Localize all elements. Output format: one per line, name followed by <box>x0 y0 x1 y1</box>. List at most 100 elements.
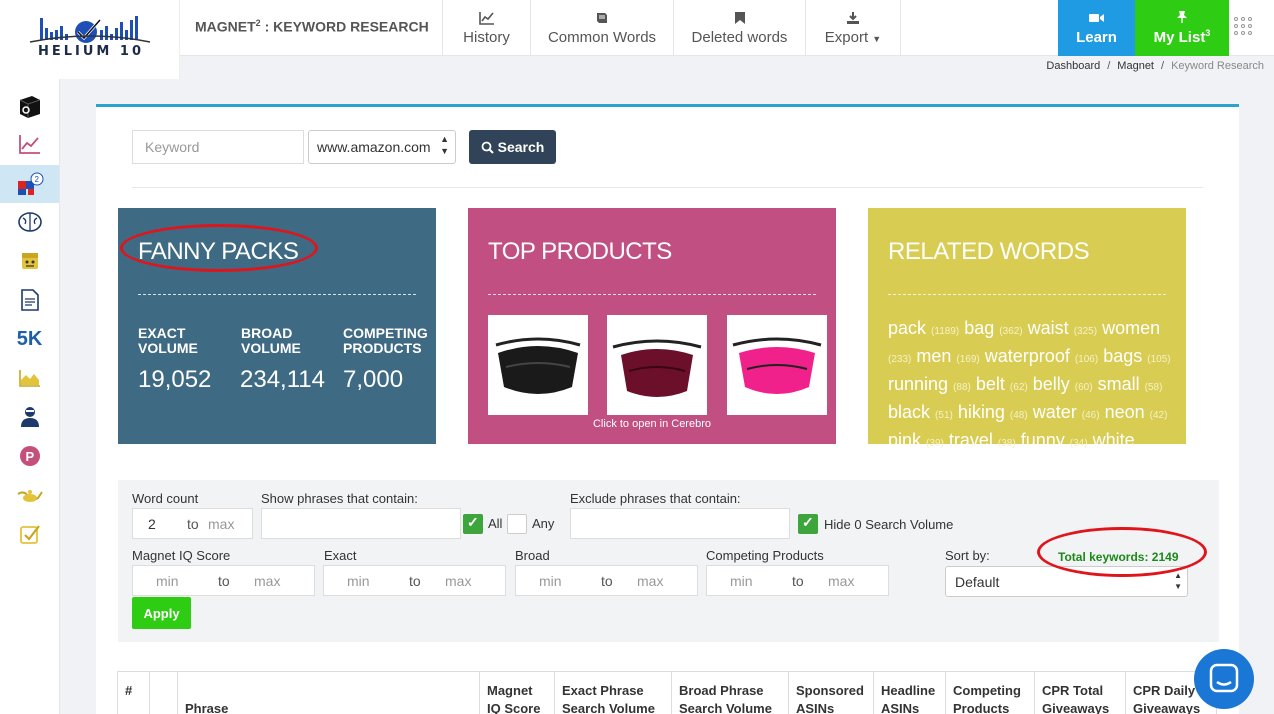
related-word[interactable]: black <box>888 402 930 422</box>
related-word[interactable]: funny <box>1021 430 1065 450</box>
broad-volume-label: BROAD VOLUME <box>241 325 301 356</box>
word-count-max[interactable]: max <box>208 516 234 532</box>
related-word[interactable]: waterproof <box>985 346 1070 366</box>
col-sponsored-asins[interactable]: Sponsored ASINs <box>789 672 874 714</box>
breadcrumb-magnet[interactable]: Magnet <box>1117 60 1154 72</box>
related-word[interactable]: running <box>888 374 948 394</box>
col-exact-volume[interactable]: Exact Phrase Search Volume <box>555 672 672 714</box>
sidebar-item-profits[interactable]: P <box>0 437 59 475</box>
profits-icon: P <box>19 446 40 466</box>
video-camera-icon <box>1088 11 1105 29</box>
col-competing-products[interactable]: Competing Products <box>946 672 1035 714</box>
learn-button[interactable]: Learn <box>1058 0 1135 56</box>
broad-label: Broad <box>515 548 550 563</box>
col-headline-asins[interactable]: Headline ASINs <box>874 672 946 714</box>
related-word[interactable]: neon <box>1105 402 1145 422</box>
helium10-logo[interactable]: HELIUM 10 <box>0 0 180 79</box>
related-word[interactable]: waist <box>1028 318 1069 338</box>
divider <box>132 187 1203 188</box>
common-words-button[interactable]: Common Words <box>530 0 673 56</box>
apps-grid-icon[interactable] <box>1234 17 1254 37</box>
open-in-cerebro-caption[interactable]: Click to open in Cerebro <box>468 418 836 430</box>
export-button[interactable]: Export ▼ <box>805 0 901 56</box>
col-magnet-iq[interactable]: Magnet IQ Score <box>480 672 555 714</box>
related-word[interactable]: water <box>1033 402 1077 422</box>
sidebar-item-scribbles[interactable] <box>0 281 59 319</box>
exact-volume-label: EXACT VOLUME <box>138 325 198 356</box>
related-word[interactable]: belly <box>1033 374 1070 394</box>
pin-icon <box>1176 10 1188 28</box>
related-word[interactable]: travel <box>949 430 993 450</box>
sidebar-item-inventory-protector[interactable] <box>0 398 59 436</box>
related-word[interactable]: small <box>1098 374 1140 394</box>
sidebar-item-keyword-tracker[interactable] <box>0 359 59 397</box>
history-button[interactable]: History <box>442 0 530 56</box>
related-words-card: RELATED WORDS pack (1189) bag (362) wais… <box>868 208 1186 450</box>
sidebar-item-trendster[interactable] <box>0 125 59 163</box>
exclude-input[interactable] <box>570 508 790 539</box>
all-label: All <box>488 516 503 531</box>
related-word-count: (46) <box>1081 410 1100 421</box>
related-word[interactable]: men <box>916 346 951 366</box>
related-word[interactable]: pack <box>888 318 926 338</box>
my-list-button[interactable]: My List3 <box>1135 0 1229 56</box>
exclude-label: Exclude phrases that contain: <box>570 491 741 506</box>
sidebar-item-cerebro[interactable] <box>0 203 59 241</box>
any-label: Any <box>532 516 555 531</box>
breadcrumb-current: Keyword Research <box>1171 60 1264 72</box>
chat-button[interactable] <box>1194 649 1254 709</box>
search-button[interactable]: Search <box>469 130 556 164</box>
related-word-count: (39) <box>926 438 944 449</box>
related-word-count: (38) <box>997 438 1016 449</box>
related-word[interactable]: bag <box>964 318 994 338</box>
col-select[interactable] <box>150 672 178 714</box>
related-word[interactable]: pink <box>888 430 921 450</box>
product-image-3[interactable] <box>727 315 827 415</box>
iq-score-range[interactable]: min to max <box>132 565 315 596</box>
related-word-count: (325) <box>1073 326 1098 337</box>
keyword-input[interactable] <box>132 130 304 164</box>
product-image-1[interactable] <box>488 315 588 415</box>
product-image-2[interactable] <box>607 315 707 415</box>
sidebar-item-genie[interactable] <box>0 476 59 514</box>
sidebar-item-frankenstein[interactable] <box>0 242 59 280</box>
col-phrase[interactable]: Phrase <box>178 672 480 714</box>
marketplace-select[interactable]: www.amazon.com ▲ ▼ <box>308 130 456 164</box>
black-box-icon <box>19 96 40 118</box>
chat-icon <box>1209 663 1239 693</box>
results-table-header: # Phrase Magnet IQ Score Exact Phrase Sear… <box>117 671 1217 714</box>
word-count-min[interactable]: 2 <box>148 516 156 532</box>
related-word-count: (362) <box>999 326 1023 337</box>
apply-button[interactable]: Apply <box>132 597 191 629</box>
hide-zero-checkbox[interactable] <box>798 514 818 534</box>
related-word[interactable]: hiking <box>958 402 1005 422</box>
magnet-icon: 2 <box>17 172 43 195</box>
col-index[interactable]: # <box>118 672 150 714</box>
col-broad-volume[interactable]: Broad Phrase Search Volume <box>672 672 789 714</box>
all-checkbox[interactable] <box>463 514 483 534</box>
related-word[interactable]: white <box>1093 430 1135 450</box>
word-count-to: to <box>187 516 199 532</box>
contain-input[interactable] <box>261 508 461 539</box>
col-cpr-total[interactable]: CPR Total Giveaways <box>1035 672 1126 714</box>
breadcrumb-dashboard[interactable]: Dashboard <box>1046 60 1100 72</box>
exact-range[interactable]: min to max <box>323 565 506 596</box>
related-word[interactable]: belt <box>976 374 1005 394</box>
related-word-count: (105) <box>1147 354 1171 365</box>
deleted-words-button[interactable]: Deleted words <box>673 0 805 56</box>
sidebar-item-black-box[interactable] <box>0 87 59 125</box>
sidebar-item-alerts[interactable] <box>0 515 59 553</box>
sidebar-item-magnet[interactable]: 2 <box>0 165 59 203</box>
related-word[interactable]: bags <box>1103 346 1142 366</box>
genie-icon <box>16 490 43 502</box>
book-icon <box>595 11 609 27</box>
magnet-badge: 2 <box>34 175 39 184</box>
related-word[interactable]: women <box>1102 318 1160 338</box>
sidebar-item-index-checker[interactable]: 5K <box>0 320 59 358</box>
any-checkbox[interactable] <box>507 514 527 534</box>
inventory-protector-icon <box>20 407 39 427</box>
broad-range[interactable]: min to max <box>515 565 698 596</box>
competing-range[interactable]: min to max <box>706 565 889 596</box>
top-products-title: TOP PRODUCTS <box>488 238 672 265</box>
word-count-range[interactable]: 2 to max <box>132 508 253 539</box>
